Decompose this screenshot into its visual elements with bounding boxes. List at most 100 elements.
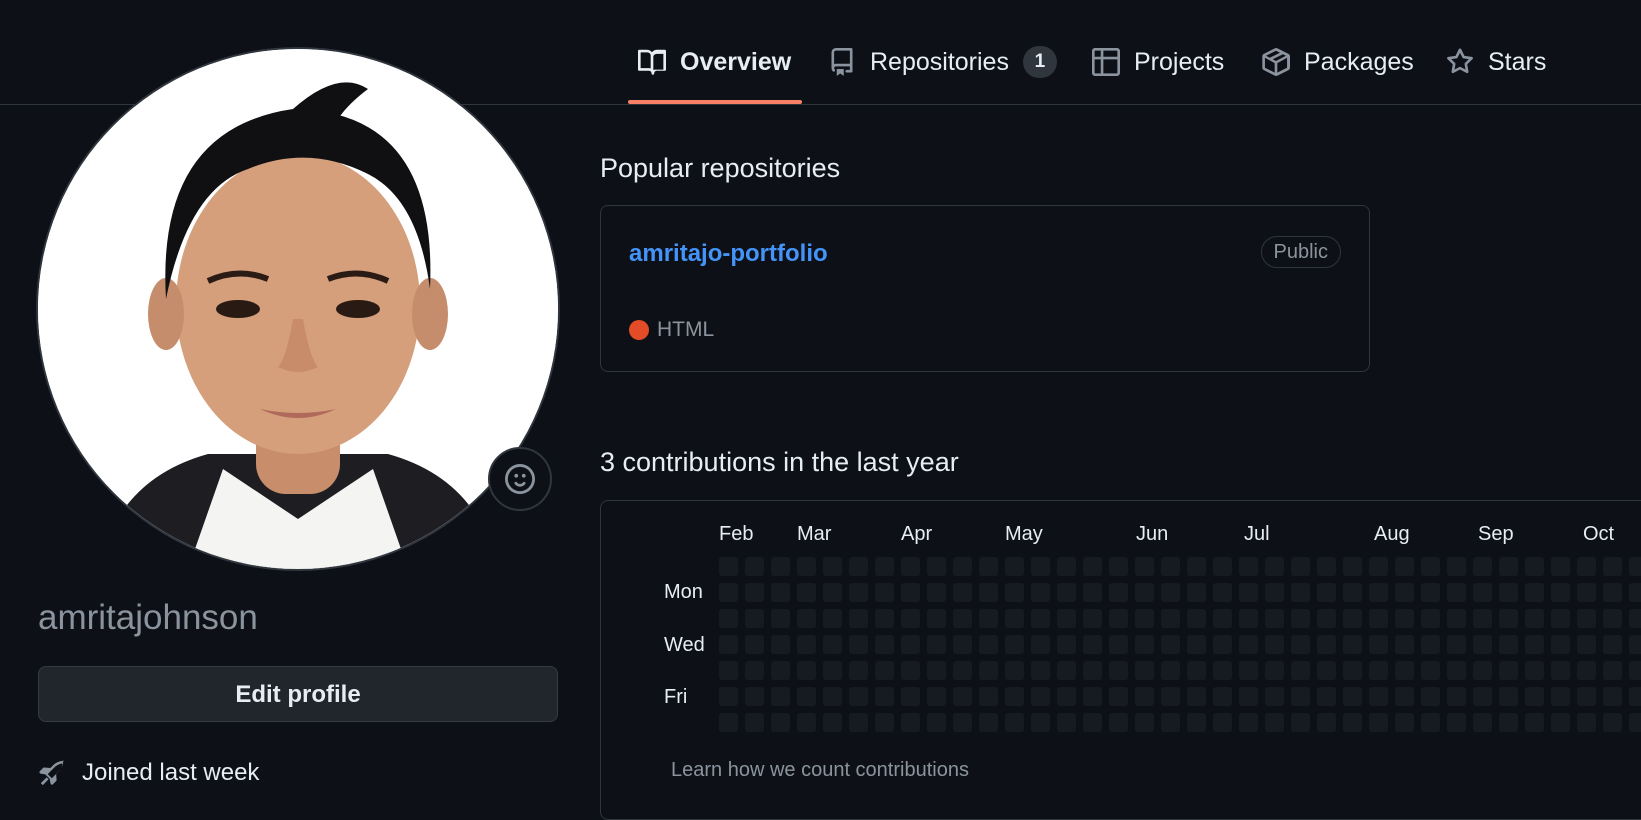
contribution-day-cell[interactable] [1161, 713, 1180, 732]
contribution-day-cell[interactable] [1421, 687, 1440, 706]
contribution-day-cell[interactable] [979, 609, 998, 628]
contribution-day-cell[interactable] [1317, 661, 1336, 680]
contribution-day-cell[interactable] [745, 557, 764, 576]
contribution-day-cell[interactable] [1499, 583, 1518, 602]
contribution-day-cell[interactable] [1187, 557, 1206, 576]
contribution-day-cell[interactable] [1447, 557, 1466, 576]
contribution-day-cell[interactable] [1031, 661, 1050, 680]
contribution-day-cell[interactable] [797, 609, 816, 628]
contribution-day-cell[interactable] [745, 661, 764, 680]
contribution-day-cell[interactable] [1499, 557, 1518, 576]
contribution-day-cell[interactable] [1083, 661, 1102, 680]
contribution-day-cell[interactable] [797, 583, 816, 602]
contribution-day-cell[interactable] [901, 557, 920, 576]
contribution-day-cell[interactable] [901, 609, 920, 628]
contribution-day-cell[interactable] [1629, 609, 1641, 628]
contribution-day-cell[interactable] [1317, 609, 1336, 628]
contribution-day-cell[interactable] [1473, 635, 1492, 654]
contribution-day-cell[interactable] [1421, 661, 1440, 680]
tab-packages[interactable]: Packages [1262, 40, 1414, 84]
contribution-day-cell[interactable] [979, 713, 998, 732]
contribution-day-cell[interactable] [771, 661, 790, 680]
contribution-day-cell[interactable] [1005, 609, 1024, 628]
contribution-day-cell[interactable] [849, 713, 868, 732]
contribution-day-cell[interactable] [1135, 713, 1154, 732]
repo-link[interactable]: amritajo-portfolio [629, 240, 828, 268]
contribution-day-cell[interactable] [1395, 661, 1414, 680]
contribution-day-cell[interactable] [1369, 583, 1388, 602]
contribution-day-cell[interactable] [1473, 687, 1492, 706]
contribution-day-cell[interactable] [1057, 583, 1076, 602]
contribution-day-cell[interactable] [1265, 635, 1284, 654]
contribution-day-cell[interactable] [1421, 583, 1440, 602]
contribution-day-cell[interactable] [823, 661, 842, 680]
contribution-day-cell[interactable] [1447, 687, 1466, 706]
contribution-day-cell[interactable] [1499, 635, 1518, 654]
contribution-day-cell[interactable] [1629, 557, 1641, 576]
contribution-day-cell[interactable] [1421, 635, 1440, 654]
contribution-day-cell[interactable] [1551, 687, 1570, 706]
contribution-day-cell[interactable] [1317, 583, 1336, 602]
contribution-day-cell[interactable] [1291, 635, 1310, 654]
contribution-day-cell[interactable] [927, 661, 946, 680]
contribution-day-cell[interactable] [1369, 661, 1388, 680]
contribution-day-cell[interactable] [1239, 687, 1258, 706]
contribution-day-cell[interactable] [1187, 583, 1206, 602]
contribution-day-cell[interactable] [875, 687, 894, 706]
contribution-day-cell[interactable] [1343, 557, 1362, 576]
contribution-day-cell[interactable] [1577, 687, 1596, 706]
contribution-day-cell[interactable] [1421, 713, 1440, 732]
contribution-day-cell[interactable] [1421, 609, 1440, 628]
contribution-day-cell[interactable] [1161, 687, 1180, 706]
contribution-day-cell[interactable] [875, 557, 894, 576]
contribution-day-cell[interactable] [1395, 557, 1414, 576]
contribution-day-cell[interactable] [1473, 713, 1492, 732]
contribution-day-cell[interactable] [771, 713, 790, 732]
contribution-day-cell[interactable] [1291, 583, 1310, 602]
contribution-day-cell[interactable] [1551, 557, 1570, 576]
contribution-day-cell[interactable] [823, 557, 842, 576]
contribution-day-cell[interactable] [1005, 635, 1024, 654]
contribution-day-cell[interactable] [901, 661, 920, 680]
contribution-day-cell[interactable] [927, 583, 946, 602]
contribution-day-cell[interactable] [1187, 661, 1206, 680]
contribution-day-cell[interactable] [849, 635, 868, 654]
avatar[interactable] [38, 49, 558, 569]
contribution-day-cell[interactable] [719, 713, 738, 732]
contribution-day-cell[interactable] [979, 557, 998, 576]
contribution-day-cell[interactable] [797, 687, 816, 706]
contribution-day-cell[interactable] [1005, 687, 1024, 706]
tab-overview[interactable]: Overview [638, 40, 791, 84]
contribution-day-cell[interactable] [901, 635, 920, 654]
contribution-day-cell[interactable] [1057, 635, 1076, 654]
contribution-day-cell[interactable] [1551, 635, 1570, 654]
contribution-day-cell[interactable] [1603, 583, 1622, 602]
contribution-day-cell[interactable] [1525, 635, 1544, 654]
contribution-day-cell[interactable] [927, 635, 946, 654]
contribution-day-cell[interactable] [875, 661, 894, 680]
contribution-day-cell[interactable] [1213, 713, 1232, 732]
contribution-day-cell[interactable] [1291, 687, 1310, 706]
contribution-day-cell[interactable] [719, 687, 738, 706]
contribution-day-cell[interactable] [1265, 557, 1284, 576]
contribution-day-cell[interactable] [1525, 713, 1544, 732]
contribution-day-cell[interactable] [1577, 713, 1596, 732]
contribution-day-cell[interactable] [849, 583, 868, 602]
contribution-day-cell[interactable] [1525, 661, 1544, 680]
contribution-day-cell[interactable] [771, 583, 790, 602]
contribution-day-cell[interactable] [979, 661, 998, 680]
contribution-day-cell[interactable] [1213, 661, 1232, 680]
contribution-day-cell[interactable] [823, 635, 842, 654]
contribution-day-cell[interactable] [1265, 583, 1284, 602]
contribution-day-cell[interactable] [1343, 713, 1362, 732]
contribution-day-cell[interactable] [901, 583, 920, 602]
contribution-day-cell[interactable] [1135, 583, 1154, 602]
contribution-day-cell[interactable] [849, 687, 868, 706]
contribution-day-cell[interactable] [1603, 557, 1622, 576]
contribution-day-cell[interactable] [1629, 687, 1641, 706]
contribution-day-cell[interactable] [953, 557, 972, 576]
contribution-day-cell[interactable] [1395, 713, 1414, 732]
contribution-day-cell[interactable] [797, 557, 816, 576]
contribution-day-cell[interactable] [875, 609, 894, 628]
contribution-day-cell[interactable] [1057, 687, 1076, 706]
